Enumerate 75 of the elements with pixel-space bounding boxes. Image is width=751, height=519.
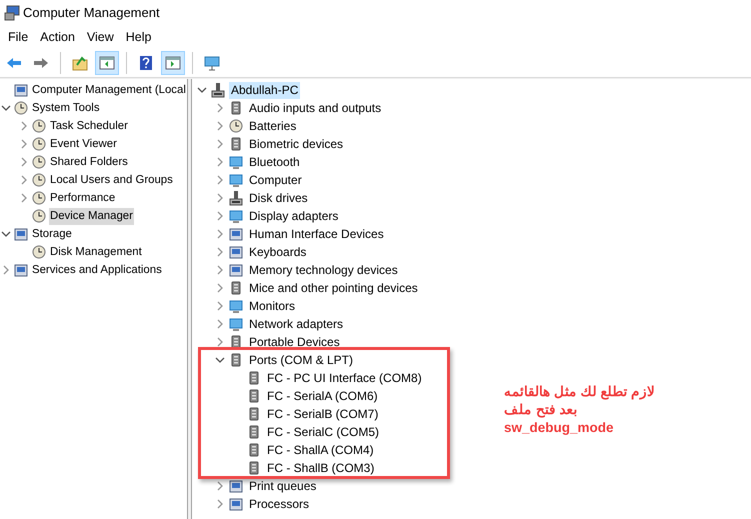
computer-icon [13, 82, 29, 98]
help-icon [138, 54, 154, 70]
tree-item[interactable]: Performance [49, 190, 116, 206]
computer-icon [228, 478, 244, 494]
monitor-icon [228, 298, 244, 314]
menu-item[interactable]: Help [120, 26, 158, 48]
monitor-icon [228, 316, 244, 332]
tree-item[interactable]: Ports (COM & LPT) [247, 352, 356, 368]
tree-item[interactable]: Biometric devices [247, 136, 346, 152]
tree-item[interactable]: Audio inputs and outputs [247, 100, 384, 116]
tree-item[interactable]: Print queues [247, 478, 318, 494]
computer-icon [13, 262, 29, 278]
tree-item[interactable]: Mice and other pointing devices [247, 280, 420, 296]
tree-item[interactable]: Display adapters [247, 208, 340, 224]
clock-icon [31, 190, 47, 206]
tree-item[interactable]: FC - ShallB (COM3) [265, 460, 376, 476]
device-icon [228, 190, 244, 206]
menu-item[interactable]: File [2, 26, 34, 48]
pane-button[interactable] [95, 50, 119, 74]
computer-icon [228, 244, 244, 260]
tree-item[interactable]: Services and Applications [31, 262, 163, 278]
tree-item[interactable]: Storage [31, 226, 73, 242]
tree-item[interactable]: Monitors [247, 298, 298, 314]
folder-icon [72, 54, 88, 70]
tree-item[interactable]: Device Manager [49, 208, 134, 224]
device-icon [210, 82, 226, 98]
tree-item[interactable]: Portable Devices [247, 334, 342, 350]
annotation-text: بعد فتح ملف [504, 401, 579, 419]
tree-item[interactable]: FC - SerialB (COM7) [265, 406, 380, 422]
menu-item[interactable]: View [80, 26, 120, 48]
monitor-icon [228, 172, 244, 188]
tree-item[interactable]: System Tools [31, 100, 101, 116]
menu-item[interactable]: Action [34, 26, 81, 48]
pane-icon [165, 54, 181, 70]
computer-icon [13, 226, 29, 242]
window-title: Computer Management [23, 4, 160, 22]
pane-icon [99, 54, 115, 70]
app-icon [4, 5, 20, 21]
tree-item[interactable]: Memory technology devices [247, 262, 400, 278]
monitor-icon [204, 54, 220, 70]
clock-icon [31, 136, 47, 152]
tree-item[interactable]: FC - PC UI Interface (COM8) [265, 370, 424, 386]
tree-item[interactable]: Keyboards [247, 244, 308, 260]
tree-item[interactable]: Batteries [247, 118, 298, 134]
tree-item[interactable]: Computer [247, 172, 304, 188]
tree-item[interactable]: Event Viewer [49, 136, 118, 152]
clock-icon [228, 118, 244, 134]
clock-icon [31, 154, 47, 170]
monitor-icon [228, 154, 244, 170]
tree-item[interactable]: FC - SerialC (COM5) [265, 424, 382, 440]
tree-item[interactable]: Local Users and Groups [49, 172, 174, 188]
tree-item[interactable]: Processors [247, 496, 312, 512]
pane-button[interactable] [161, 50, 185, 74]
tree-item[interactable]: Disk drives [247, 190, 310, 206]
tree-item[interactable]: FC - SerialA (COM6) [265, 388, 380, 404]
computer-icon [228, 262, 244, 278]
monitor-icon [228, 208, 244, 224]
tree-item[interactable]: Bluetooth [247, 154, 302, 170]
annotation-text: لازم تطلع لك مثل هالقائمه [504, 383, 656, 401]
tree-item[interactable]: FC - ShallA (COM4) [265, 442, 376, 458]
tree-item[interactable]: Task Scheduler [49, 118, 129, 134]
tree-item[interactable]: Abdullah-PC [229, 82, 300, 98]
clock-icon [31, 208, 47, 224]
tree-item[interactable]: Network adapters [247, 316, 346, 332]
tree-item[interactable]: Human Interface Devices [247, 226, 386, 242]
tree-item[interactable]: Disk Management [49, 244, 143, 260]
annotation-text: sw_debug_mode [504, 419, 615, 437]
clock-icon [31, 244, 47, 260]
clock-icon [13, 100, 29, 116]
computer-icon [228, 226, 244, 242]
clock-icon [31, 118, 47, 134]
computer-icon [228, 496, 244, 512]
tree-item[interactable]: Computer Management (Local [31, 82, 187, 98]
tree-item[interactable]: Shared Folders [49, 154, 129, 170]
clock-icon [31, 172, 47, 188]
